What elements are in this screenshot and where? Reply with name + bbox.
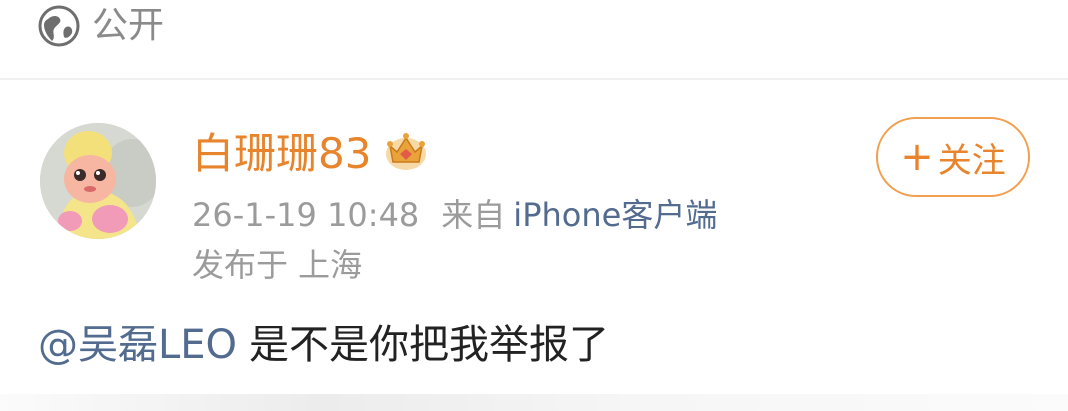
follow-button[interactable]: + 关注 [876,117,1030,197]
mention-link[interactable]: @吴磊LEO [38,322,237,368]
author-name[interactable]: 白珊珊83 [192,126,371,182]
plus-icon: + [900,134,934,180]
post-meta: 26-1-19 10:48 来自 iPhone客户端 [192,193,717,237]
visibility-bar: 公开 [0,0,1068,78]
avatar-image [40,123,156,239]
source-client-link[interactable]: iPhone客户端 [513,196,717,234]
source-prefix: 来自 [441,196,506,234]
post-location: 发布于 上海 [192,246,363,284]
globe-icon [38,5,80,47]
follow-button-label: 关注 [937,140,1006,181]
visibility-label: 公开 [92,5,165,46]
post-body: @吴磊LEO 是不是你把我举报了 [38,318,609,372]
post-text: 是不是你把我举报了 [249,322,610,368]
divider [0,78,1068,80]
post-timestamp: 26-1-19 10:48 [192,196,420,234]
crown-icon[interactable] [383,128,429,172]
avatar[interactable] [40,123,156,239]
bottom-fade [0,394,1068,411]
